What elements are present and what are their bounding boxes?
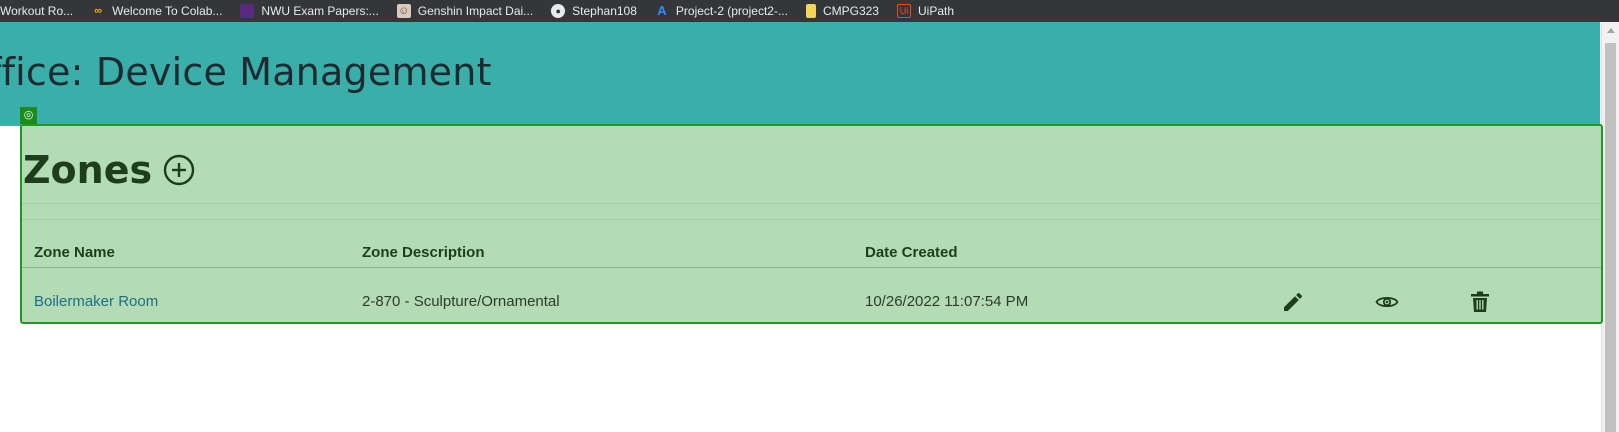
target-icon: ◎ bbox=[20, 107, 37, 124]
header-divider bbox=[22, 267, 1601, 268]
bookmark-github[interactable]: ● Stephan108 bbox=[551, 4, 637, 18]
table-top-border bbox=[22, 219, 1601, 220]
bookmark-nwu[interactable]: NWU Exam Papers:... bbox=[240, 4, 379, 18]
page-title: ffice: Device Management bbox=[0, 50, 492, 94]
column-header-zone-description[interactable]: Zone Description bbox=[362, 244, 485, 261]
bookmark-label: Stephan108 bbox=[572, 4, 637, 18]
colab-icon: ∞ bbox=[94, 5, 103, 17]
bookmark-colab[interactable]: ∞ Welcome To Colab... bbox=[91, 4, 222, 18]
bookmark-label: CMPG323 bbox=[822, 4, 879, 18]
pencil-icon[interactable] bbox=[1281, 290, 1305, 314]
bookmarks-bar: Workout Ro... ∞ Welcome To Colab... NWU … bbox=[0, 0, 1619, 22]
column-header-date-created[interactable]: Date Created bbox=[865, 244, 958, 261]
vertical-scrollbar[interactable] bbox=[1601, 22, 1619, 432]
azure-icon: A bbox=[657, 3, 667, 18]
zones-heading: Zones bbox=[23, 148, 195, 192]
zones-panel: Zones Zone Name Zone Description Date Cr… bbox=[20, 124, 1603, 324]
add-circle-icon[interactable] bbox=[163, 154, 195, 186]
bookmark-label: UiPath bbox=[917, 4, 955, 18]
bookmark-uipath[interactable]: Ui UiPath bbox=[896, 4, 955, 18]
bookmark-genshin[interactable]: ☺ Genshin Impact Dai... bbox=[396, 4, 534, 18]
zone-description: 2-870 - Sculpture/Ornamental bbox=[362, 293, 560, 310]
bookmark-label: Genshin Impact Dai... bbox=[417, 4, 534, 18]
zone-date-created: 10/26/2022 11:07:54 PM bbox=[865, 293, 1029, 310]
scroll-up-icon[interactable] bbox=[1607, 28, 1615, 33]
nwu-icon bbox=[240, 4, 255, 18]
bookmark-label: NWU Exam Papers:... bbox=[261, 4, 379, 18]
bookmark-label: Workout Ro... bbox=[0, 4, 74, 18]
bookmark-cmpg323[interactable]: CMPG323 bbox=[805, 4, 879, 18]
github-icon: ● bbox=[551, 4, 566, 18]
uipath-icon: Ui bbox=[896, 4, 911, 18]
trash-icon[interactable] bbox=[1468, 290, 1492, 314]
bookmark-label: Welcome To Colab... bbox=[112, 4, 223, 18]
scroll-thumb[interactable] bbox=[1605, 43, 1616, 432]
divider bbox=[22, 203, 1601, 204]
column-header-zone-name[interactable]: Zone Name bbox=[34, 244, 115, 261]
zones-title: Zones bbox=[23, 148, 153, 192]
zone-name-link[interactable]: Boilermaker Room bbox=[34, 293, 158, 310]
eye-icon[interactable] bbox=[1375, 290, 1399, 314]
bookmark-workout[interactable]: Workout Ro... bbox=[0, 4, 73, 18]
genshin-icon: ☺ bbox=[396, 4, 411, 18]
folder-icon bbox=[805, 4, 816, 18]
bookmark-label: Project-2 (project2-... bbox=[675, 4, 788, 18]
page-header: ffice: Device Management bbox=[0, 22, 1600, 126]
bookmark-azure[interactable]: A Project-2 (project2-... bbox=[655, 3, 788, 19]
